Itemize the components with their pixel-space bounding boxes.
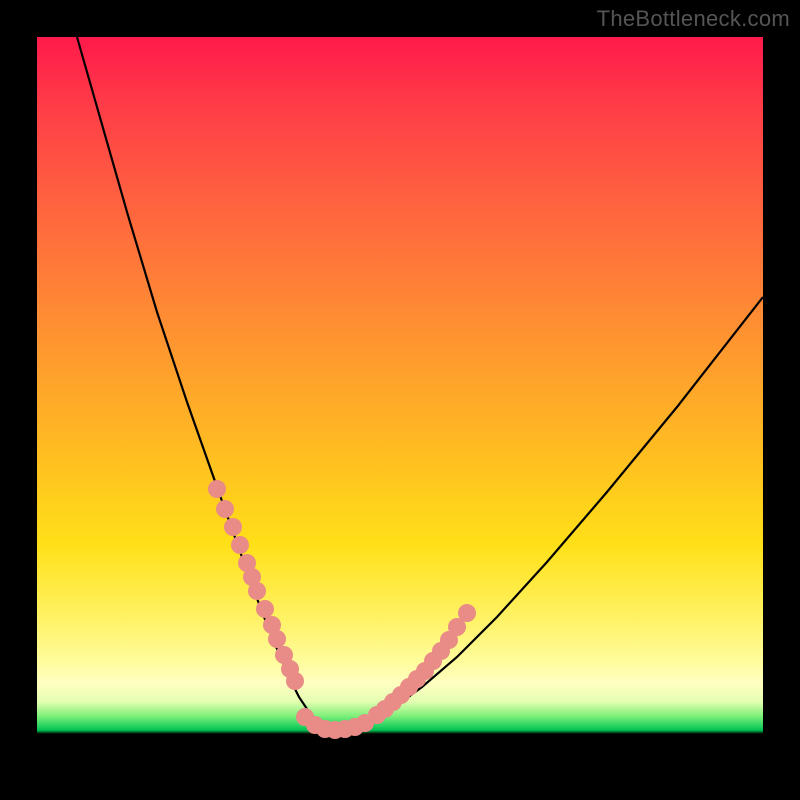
highlight-dot [286,672,304,690]
highlight-dots-left [208,480,304,690]
chart-frame: TheBottleneck.com [0,0,800,800]
highlight-dot [248,582,266,600]
highlight-dot [231,536,249,554]
highlight-dot [458,604,476,622]
highlight-dots-right [368,604,476,724]
chart-svg [37,37,763,763]
watermark-text: TheBottleneck.com [597,6,790,32]
highlight-dot [268,630,286,648]
highlight-dot [224,518,242,536]
highlight-dot [216,500,234,518]
highlight-dot [208,480,226,498]
highlight-dots-bottom [296,708,374,739]
plot-area [37,37,763,763]
highlight-dot [256,600,274,618]
bottleneck-curve [77,37,763,729]
